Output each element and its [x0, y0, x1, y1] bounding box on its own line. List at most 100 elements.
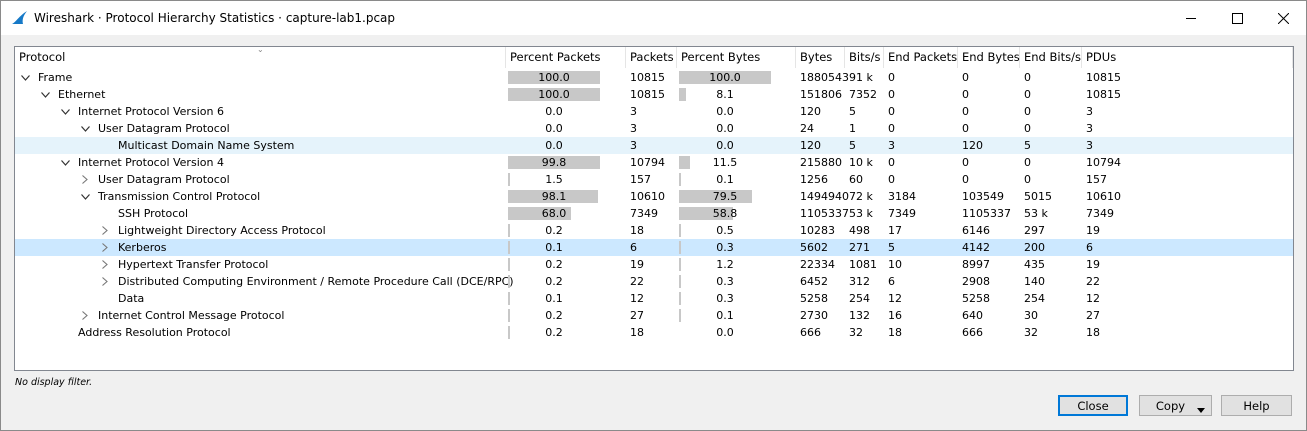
packets-value: 18: [630, 326, 644, 339]
protocol-hierarchy-tree[interactable]: ⌄ Protocol Percent Packets Packets Percent …: [14, 45, 1294, 371]
help-button[interactable]: Help: [1221, 395, 1292, 416]
end-packets-value: 7349: [888, 207, 916, 220]
chevron-right-icon[interactable]: [99, 222, 111, 239]
bits-per-sec-value: 7352: [849, 88, 877, 101]
col-packets-header[interactable]: Packets: [626, 47, 677, 68]
pdus-value: 3: [1086, 139, 1093, 152]
dropdown-arrow-icon: [1197, 402, 1205, 416]
end-bits-per-sec-value: 297: [1024, 224, 1045, 237]
chevron-right-icon[interactable]: [99, 256, 111, 273]
tree-row[interactable]: Internet Protocol Version 6 0.0 0.0 3 120 5 0 0…: [15, 103, 1293, 120]
packets-value: 10815: [630, 71, 665, 84]
percent-packets-value: 68.0: [541, 207, 567, 220]
chevron-right-icon[interactable]: [79, 307, 91, 324]
chevron-down-icon[interactable]: [79, 188, 91, 205]
protocol-name: User Datagram Protocol: [98, 122, 230, 135]
end-packets-value: 3: [888, 139, 895, 152]
col-pdus-header[interactable]: PDUs: [1082, 47, 1293, 68]
end-packets-value: 0: [888, 88, 895, 101]
chevron-down-icon[interactable]: [79, 120, 91, 137]
tree-row[interactable]: User Datagram Protocol 1.5 0.1 157 1256 60 0 0 0…: [15, 171, 1293, 188]
end-bits-per-sec-value: 5: [1024, 139, 1031, 152]
percent-bytes-value: 0.1: [716, 309, 734, 322]
col-bytes-header[interactable]: Bytes: [796, 47, 845, 68]
protocol-name: Lightweight Directory Access Protocol: [118, 224, 326, 237]
bytes-value: 1494940: [800, 190, 849, 203]
col-end-bits-per-sec-header[interactable]: End Bits/s: [1020, 47, 1082, 68]
end-bytes-value: 0: [962, 88, 969, 101]
protocol-name: Transmission Control Protocol: [98, 190, 261, 203]
end-bytes-value: 0: [962, 156, 969, 169]
chevron-down-icon[interactable]: [19, 69, 31, 86]
bits-per-sec-value: 53 k: [849, 207, 873, 220]
percent-packets-value: 1.5: [545, 173, 563, 186]
protocol-name: Ethernet: [58, 88, 106, 101]
maximize-button[interactable]: [1214, 1, 1260, 35]
tree-row[interactable]: Internet Control Message Protocol 0.2 0.1 2…: [15, 307, 1293, 324]
end-bytes-value: 0: [962, 105, 969, 118]
bytes-value: 1880543: [800, 71, 849, 84]
tree-row[interactable]: Data 0.1 0.3 12 5258 254 12 5258 254 12: [15, 290, 1293, 307]
percent-packets-value: 100.0: [538, 88, 570, 101]
protocol-name: Frame: [38, 71, 73, 84]
pdus-value: 27: [1086, 309, 1100, 322]
percent-packets-value: 0.0: [545, 105, 563, 118]
percent-packets-value: 100.0: [538, 71, 570, 84]
percent-packets-value: 98.1: [541, 190, 567, 203]
pdus-value: 3: [1086, 122, 1093, 135]
col-percent-packets-header[interactable]: Percent Packets: [506, 47, 626, 68]
percent-bytes-value: 8.1: [716, 88, 734, 101]
tree-row[interactable]: Address Resolution Protocol 0.2 0.0 18 666 32…: [15, 324, 1293, 341]
chevron-down-icon[interactable]: [59, 103, 71, 120]
pdus-value: 22: [1086, 275, 1100, 288]
end-bits-per-sec-value: 32: [1024, 326, 1038, 339]
tree-row[interactable]: Hypertext Transfer Protocol 0.2 1.2 19 22334…: [15, 256, 1293, 273]
tree-row[interactable]: Distributed Computing Environment / Remo…: [15, 273, 1293, 290]
minimize-button[interactable]: [1168, 1, 1214, 35]
tree-row[interactable]: Multicast Domain Name System 0.0 0.0 3 120 5 3…: [15, 137, 1293, 154]
col-bits-per-sec-header[interactable]: Bits/s: [845, 47, 884, 68]
end-bytes-value: 120: [962, 139, 983, 152]
col-end-bytes-header[interactable]: End Bytes: [958, 47, 1020, 68]
col-protocol-header[interactable]: Protocol: [15, 47, 506, 68]
bits-per-sec-value: 5: [849, 105, 856, 118]
chevron-down-icon[interactable]: [59, 154, 71, 171]
tree-row[interactable]: Kerberos 0.1 0.3 6 5602 271 5 4142 200 6: [15, 239, 1293, 256]
bits-per-sec-value: 1081: [849, 258, 877, 271]
pdus-value: 10815: [1086, 71, 1121, 84]
bytes-value: 5602: [800, 241, 828, 254]
chevron-right-icon[interactable]: [99, 273, 111, 290]
tree-row[interactable]: Internet Protocol Version 4 99.8 11.5 10794…: [15, 154, 1293, 171]
close-button[interactable]: Close: [1058, 395, 1128, 416]
end-bytes-value: 4142: [962, 241, 990, 254]
percent-packets-value: 0.0: [545, 122, 563, 135]
tree-row[interactable]: User Datagram Protocol 0.0 0.0 3 24 1 0 0 0 3: [15, 120, 1293, 137]
packets-value: 10794: [630, 156, 665, 169]
packets-value: 10610: [630, 190, 665, 203]
pdus-value: 6: [1086, 241, 1093, 254]
pdus-value: 10610: [1086, 190, 1121, 203]
packets-value: 27: [630, 309, 644, 322]
chevron-right-icon[interactable]: [99, 239, 111, 256]
tree-row[interactable]: SSH Protocol 68.0 58.8 7349 1105337 53 k 7349 1…: [15, 205, 1293, 222]
chevron-down-icon[interactable]: [39, 86, 51, 103]
tree-row[interactable]: Frame 100.0 100.0 10815 1880543 91 k 0 0 0 10815: [15, 69, 1293, 86]
packets-value: 10815: [630, 88, 665, 101]
col-end-packets-header[interactable]: End Packets: [884, 47, 958, 68]
end-bits-per-sec-value: 30: [1024, 309, 1038, 322]
end-bits-per-sec-value: 254: [1024, 292, 1045, 305]
chevron-right-icon[interactable]: [79, 171, 91, 188]
copy-button[interactable]: Copy: [1139, 395, 1212, 416]
end-packets-value: 3184: [888, 190, 916, 203]
close-window-button[interactable]: [1260, 1, 1306, 35]
tree-row[interactable]: Ethernet 100.0 8.1 10815 151806 7352 0 0 0 10815: [15, 86, 1293, 103]
protocol-name: Distributed Computing Environment / Remo…: [118, 275, 514, 288]
percent-packets-value: 0.1: [545, 241, 563, 254]
end-bytes-value: 8997: [962, 258, 990, 271]
tree-row[interactable]: Lightweight Directory Access Protocol 0.2…: [15, 222, 1293, 239]
window-title: Wireshark · Protocol Hierarchy Statistic…: [34, 11, 396, 25]
col-percent-bytes-header[interactable]: Percent Bytes: [677, 47, 796, 68]
bytes-value: 10283: [800, 224, 835, 237]
end-bytes-value: 640: [962, 309, 983, 322]
tree-row[interactable]: Transmission Control Protocol 98.1 79.5 106…: [15, 188, 1293, 205]
